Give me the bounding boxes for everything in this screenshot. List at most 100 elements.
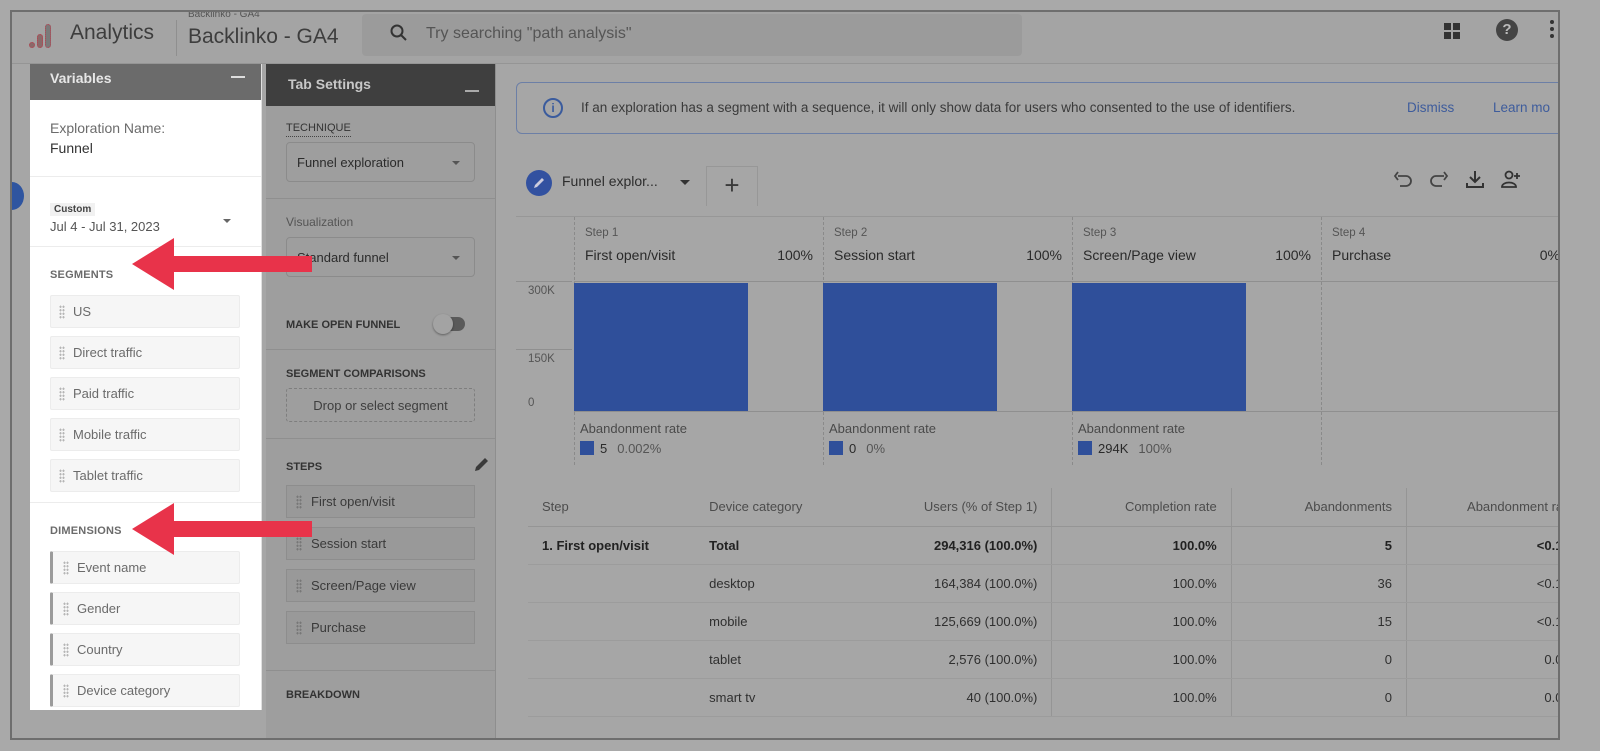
search-placeholder: Try searching "path analysis" xyxy=(426,25,632,42)
segment-chip[interactable]: Mobile traffic xyxy=(50,418,240,451)
redo-icon[interactable] xyxy=(1428,168,1450,190)
dimension-chip[interactable]: Country xyxy=(50,633,240,666)
info-banner: i If an exploration has a segment with a… xyxy=(516,82,1558,134)
undo-icon[interactable] xyxy=(1392,168,1414,190)
abandonments-cell: 15 xyxy=(1230,602,1407,641)
column-header[interactable]: Completion rate xyxy=(1051,488,1232,527)
segment-comparisons-section: SEGMENT COMPARISONS Drop or select segme… xyxy=(266,349,495,439)
app-name: Analytics xyxy=(70,21,155,44)
y-tick-label: 150K xyxy=(528,353,555,365)
segment-chip[interactable]: Paid traffic xyxy=(50,377,240,410)
tab-settings-header: Tab Settings xyxy=(266,64,495,106)
table-row[interactable]: smart tv40 (100.0%)100.0%00.0% xyxy=(528,678,1558,717)
users-cell: 40 (100.0%) xyxy=(858,678,1052,717)
segment-chip[interactable]: US xyxy=(50,295,240,328)
drag-handle-icon[interactable] xyxy=(59,346,65,360)
tab-settings-title: Tab Settings xyxy=(288,76,371,92)
edit-steps-pencil-icon[interactable] xyxy=(473,455,491,473)
funnel-step-column[interactable]: Step 4 Purchase 0% xyxy=(1321,217,1558,465)
drag-handle-icon[interactable] xyxy=(296,621,302,635)
abandonment-rate: 0.002% xyxy=(617,441,662,456)
column-header[interactable]: Device category xyxy=(695,488,859,527)
drag-handle-icon[interactable] xyxy=(59,428,65,442)
column-header[interactable]: Step xyxy=(528,488,696,527)
table-row[interactable]: desktop164,384 (100.0%)100.0%36<0.1% xyxy=(528,564,1558,603)
chevron-down-icon[interactable] xyxy=(680,180,690,185)
drag-handle-icon[interactable] xyxy=(63,643,69,657)
abandonment-rate-cell: <0.1% xyxy=(1406,526,1558,565)
exploration-name-input[interactable]: Funnel xyxy=(50,136,241,176)
table-row[interactable]: mobile125,669 (100.0%)100.0%15<0.1% xyxy=(528,602,1558,641)
abandonment-rate-cell: <0.1% xyxy=(1406,564,1558,603)
funnel-bar[interactable] xyxy=(823,283,997,411)
device-cell: mobile xyxy=(695,602,859,641)
table-row[interactable]: tablet2,576 (100.0%)100.0%00.0% xyxy=(528,640,1558,679)
abandonment-count: 294K xyxy=(1098,441,1129,456)
step-name: Screen/Page view xyxy=(1083,247,1196,263)
device-cell: tablet xyxy=(695,640,859,679)
technique-select[interactable]: Funnel exploration xyxy=(286,142,475,182)
search-bar[interactable]: Try searching "path analysis" xyxy=(362,14,1022,56)
drag-handle-icon[interactable] xyxy=(59,305,65,319)
abandonments-cell: 0 xyxy=(1230,678,1407,717)
step-cell xyxy=(528,678,696,717)
drag-handle-icon[interactable] xyxy=(296,579,302,593)
drag-handle-icon[interactable] xyxy=(63,561,69,575)
collapse-tab-settings-icon[interactable] xyxy=(465,90,479,92)
step-cell xyxy=(528,602,696,641)
drag-handle-icon[interactable] xyxy=(59,387,65,401)
segment-dropzone[interactable]: Drop or select segment xyxy=(286,388,475,422)
pencil-icon xyxy=(526,170,552,196)
more-vert-icon[interactable] xyxy=(1550,20,1554,40)
help-icon[interactable]: ? xyxy=(1496,19,1518,41)
column-header[interactable]: Users (% of Step 1) xyxy=(858,488,1052,527)
column-header[interactable]: Abandonment rate xyxy=(1406,488,1558,527)
chevron-down-icon xyxy=(223,219,231,223)
step-chip[interactable]: Purchase xyxy=(286,611,475,644)
segment-chip[interactable]: Direct traffic xyxy=(50,336,240,369)
segment-chip[interactable]: Tablet traffic xyxy=(50,459,240,492)
funnel-bar[interactable] xyxy=(1072,283,1246,411)
chevron-down-icon xyxy=(452,256,460,260)
abandonment-rate-label: Abandonment rate xyxy=(829,421,936,436)
step-name: First open/visit xyxy=(585,247,676,263)
table-row[interactable]: 1. First open/visit Total 294,316 (100.0%)… xyxy=(528,526,1558,565)
dismiss-link[interactable]: Dismiss xyxy=(1407,100,1454,115)
share-user-icon[interactable] xyxy=(1500,168,1522,190)
step-percent: 100% xyxy=(777,247,813,263)
dimension-chip[interactable]: Gender xyxy=(50,592,240,625)
table-header-row: Step Device category Users (% of Step 1)… xyxy=(528,488,1558,527)
left-rail-indicator[interactable] xyxy=(12,182,24,210)
technique-label: TECHNIQUE xyxy=(286,106,475,142)
download-icon[interactable] xyxy=(1464,168,1486,190)
step-chip[interactable]: Screen/Page view xyxy=(286,569,475,602)
exploration-name-label: Exploration Name: xyxy=(50,120,166,136)
drag-handle-icon[interactable] xyxy=(63,684,69,698)
drag-handle-icon[interactable] xyxy=(63,602,69,616)
dimension-chip[interactable]: Device category xyxy=(50,674,240,707)
legend-swatch xyxy=(829,441,843,455)
completion-rate-cell: 100.0% xyxy=(1051,602,1232,641)
abandonment-rate: 100% xyxy=(1138,441,1172,456)
device-cell: Total xyxy=(695,526,859,565)
tab-label: Funnel explor... xyxy=(562,173,658,189)
tab-funnel-exploration[interactable]: Funnel explor... xyxy=(516,160,696,200)
property-selector[interactable]: Backlinko - GA4 xyxy=(188,25,339,49)
abandonment-rate-label: Abandonment rate xyxy=(1078,421,1185,436)
open-funnel-toggle[interactable] xyxy=(433,314,465,334)
abandonment-rate-cell: 0.0% xyxy=(1406,640,1558,679)
funnel-bar[interactable] xyxy=(574,283,748,411)
collapse-variables-icon[interactable] xyxy=(231,76,245,78)
learn-more-link[interactable]: Learn mo xyxy=(1493,100,1550,115)
step-cell xyxy=(528,640,696,679)
y-tick-label: 300K xyxy=(528,285,555,297)
funnel-chart: 300K 150K 0 Step 1 First open/visit 100% Aband… xyxy=(516,216,1558,486)
analytics-logo-icon[interactable] xyxy=(26,22,56,52)
main-canvas: i If an exploration has a segment with a… xyxy=(498,64,1558,738)
apps-grid-icon[interactable] xyxy=(1444,23,1460,39)
abandonments-cell: 0 xyxy=(1230,640,1407,679)
add-tab-button[interactable]: + xyxy=(706,166,758,206)
drag-handle-icon[interactable] xyxy=(59,469,65,483)
exploration-name-section: Exploration Name: Funnel xyxy=(30,100,261,177)
column-header[interactable]: Abandonments xyxy=(1230,488,1407,527)
